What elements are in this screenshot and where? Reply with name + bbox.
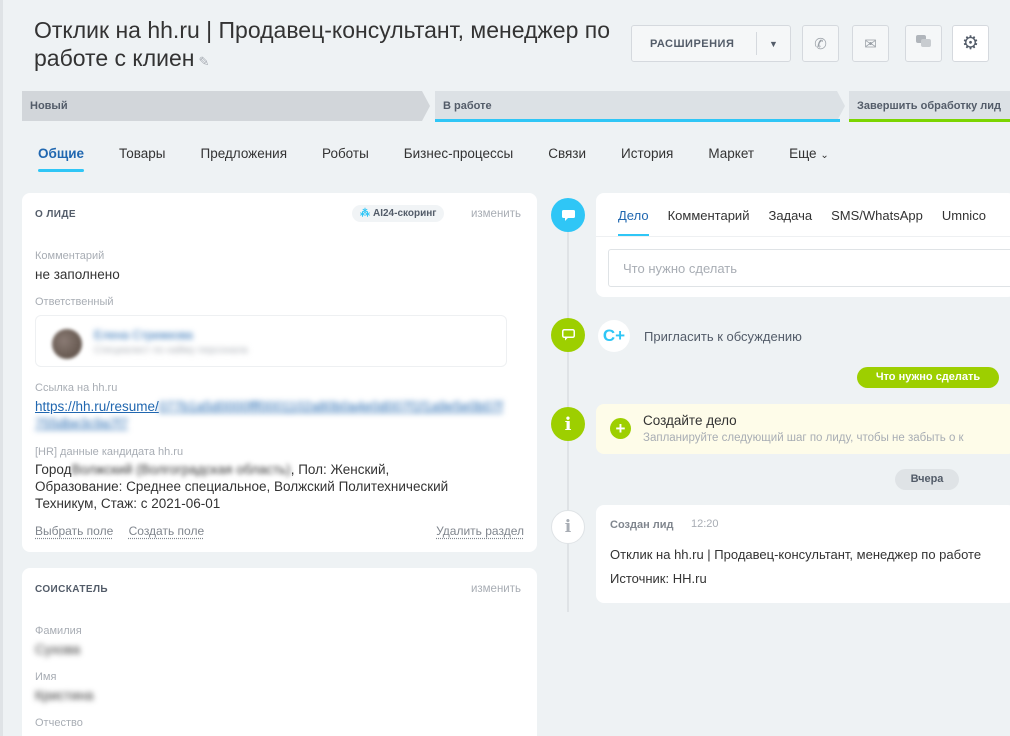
tab-market[interactable]: Маркет: [708, 146, 754, 172]
chevron-down-icon[interactable]: ▼: [757, 39, 790, 49]
created-time: 12:20: [691, 518, 719, 530]
phone-icon: ✆: [814, 35, 827, 53]
tab-products[interactable]: Товары: [119, 146, 165, 172]
editor-divider: [596, 236, 1010, 237]
ai-icon: ⁂: [360, 208, 370, 219]
comment-value: не заполнено: [35, 267, 120, 282]
invite-label: Пригласить к обсуждению: [644, 328, 802, 344]
editor-tabs: Дело Комментарий Задача SMS/WhatsApp Umn…: [618, 208, 1005, 236]
stage-new[interactable]: Новый: [22, 91, 430, 121]
editor-tab-sms[interactable]: SMS/WhatsApp: [831, 208, 923, 236]
tab-robots[interactable]: Роботы: [322, 146, 369, 172]
tab-business-processes[interactable]: Бизнес-процессы: [404, 146, 513, 172]
what-to-do-button[interactable]: Что нужно сделать: [857, 367, 999, 388]
resume-link-text[interactable]: https://hh.ru/resume/: [35, 399, 159, 414]
responsible-box[interactable]: Елена Стрижкова Специалист по найму перс…: [35, 315, 507, 367]
stage-finish-line: [849, 119, 1010, 122]
responsible-label: Ответственный: [35, 296, 114, 308]
activity-editor: Дело Комментарий Задача SMS/WhatsApp Umn…: [596, 193, 1010, 297]
created-heading: Создан лид: [610, 519, 674, 531]
applicant-heading: СОИСКАТЕЛЬ: [35, 584, 108, 595]
hr-city-hidden: Волжский (Волгоградская область): [71, 462, 291, 477]
name-value: Кристина: [35, 688, 94, 703]
lead-page: Отклик на hh.ru | Продавец-консультант, …: [0, 0, 1010, 736]
ai-badge-label: AI24-скоринг: [373, 208, 437, 219]
stage-bar: Новый В работе Завершить обработку лид: [22, 91, 1010, 123]
create-activity-card[interactable]: + Создайте дело Запланируйте следующий ш…: [596, 404, 1010, 454]
hr-rest: , Пол: Женский,: [290, 462, 390, 477]
page-edge: [0, 0, 3, 736]
responsible-name[interactable]: Елена Стрижкова: [94, 328, 193, 342]
settings-button[interactable]: ⚙: [952, 25, 989, 62]
delete-section-link[interactable]: Удалить раздел: [436, 524, 524, 538]
edit-title-icon[interactable]: ✎: [198, 54, 209, 69]
chat-icon: [915, 34, 932, 53]
date-separator: Вчера: [895, 469, 959, 490]
plus-icon[interactable]: +: [610, 418, 631, 439]
extensions-button[interactable]: РАСШИРЕНИЯ ▼: [631, 25, 791, 62]
stage-progress-line: [435, 119, 840, 122]
editor-tab-activity[interactable]: Дело: [618, 208, 649, 236]
extensions-label: РАСШИРЕНИЯ: [650, 37, 735, 50]
info-icon: i: [551, 407, 585, 441]
created-title: Отклик на hh.ru | Продавец-консультант, …: [610, 547, 982, 562]
hr-data-label: [HR] данные кандидата hh.ru: [35, 446, 184, 458]
surname-label: Фамилия: [35, 625, 82, 637]
tab-more[interactable]: Еще ⌄: [789, 146, 829, 172]
stage-finish[interactable]: Завершить обработку лид: [849, 91, 1010, 121]
gear-icon: ⚙: [961, 33, 980, 54]
applicant-card: СОИСКАТЕЛЬ изменить Фамилия Сухова Имя К…: [22, 568, 537, 736]
comment-icon: [551, 198, 585, 232]
about-lead-heading: О ЛИДЕ: [35, 209, 76, 220]
change-link[interactable]: изменить: [471, 208, 521, 220]
info-outline-icon: i: [551, 510, 585, 544]
mail-button[interactable]: ✉: [852, 25, 889, 62]
name-label: Имя: [35, 671, 57, 683]
responsible-position: Специалист по найму персонала: [94, 345, 248, 356]
invite-to-discussion[interactable]: C+ Пригласить к обсуждению: [598, 318, 1010, 354]
title-text: Отклик на hh.ru | Продавец-консультант, …: [34, 17, 610, 71]
lead-created-card: Создан лид 12:20 Отклик на hh.ru | Прода…: [596, 505, 1010, 603]
card-actions: Выбрать поле Создать поле Удалить раздел: [35, 524, 524, 538]
about-lead-card: О ЛИДЕ ⁂ AI24-скоринг изменить Комментари…: [22, 193, 537, 552]
create-activity-title: Создайте дело: [643, 413, 737, 428]
link-label: Ссылка на hh.ru: [35, 382, 118, 394]
chat-button[interactable]: [905, 25, 942, 62]
stage-in-progress[interactable]: В работе: [435, 91, 845, 121]
comment-label: Комментарий: [35, 250, 105, 262]
invite-plus-icon: C+: [598, 320, 630, 352]
applicant-change-link[interactable]: изменить: [471, 583, 521, 595]
create-activity-hint: Запланируйте следующий шаг по лиду, чтоб…: [643, 432, 964, 444]
activity-input[interactable]: Что нужно сделать: [608, 249, 1010, 287]
surname-value: Сухова: [35, 642, 81, 657]
patronymic-label: Отчество: [35, 717, 83, 729]
mail-icon: ✉: [864, 35, 877, 53]
avatar: [52, 329, 82, 359]
create-field-link[interactable]: Создать поле: [129, 524, 205, 538]
chat-bubble-icon: [551, 318, 585, 352]
choose-field-link[interactable]: Выбрать поле: [35, 524, 113, 538]
phone-button[interactable]: ✆: [802, 25, 839, 62]
tab-more-label: Еще: [789, 146, 817, 161]
tab-links[interactable]: Связи: [548, 146, 586, 172]
ai-scoring-badge[interactable]: ⁂ AI24-скоринг: [352, 205, 445, 222]
editor-tab-task[interactable]: Задача: [768, 208, 812, 236]
created-source: Источник: HH.ru: [610, 571, 707, 586]
resume-link[interactable]: https://hh.ru/resume/077b1a5d0000fff0001…: [35, 398, 505, 432]
chevron-down-icon: ⌄: [820, 150, 829, 161]
editor-tab-comment[interactable]: Комментарий: [668, 208, 750, 236]
tab-offers[interactable]: Предложения: [201, 146, 288, 172]
main-tabs: Общие Товары Предложения Роботы Бизнес-п…: [38, 146, 864, 172]
hr-line-2: Образование: Среднее специальное, Волжск…: [35, 479, 449, 494]
editor-tab-umnico[interactable]: Umnico: [942, 208, 986, 236]
tab-general[interactable]: Общие: [38, 146, 85, 172]
page-title: Отклик на hh.ru | Продавец-консультант, …: [34, 16, 614, 76]
tab-history[interactable]: История: [621, 146, 673, 172]
hr-city-prefix: Город: [35, 462, 72, 477]
hr-line-3: Техникум, Стаж: с 2021-06-01: [35, 496, 221, 511]
hr-data-value: ГородВолжский (Волгоградская область), П…: [35, 461, 505, 512]
